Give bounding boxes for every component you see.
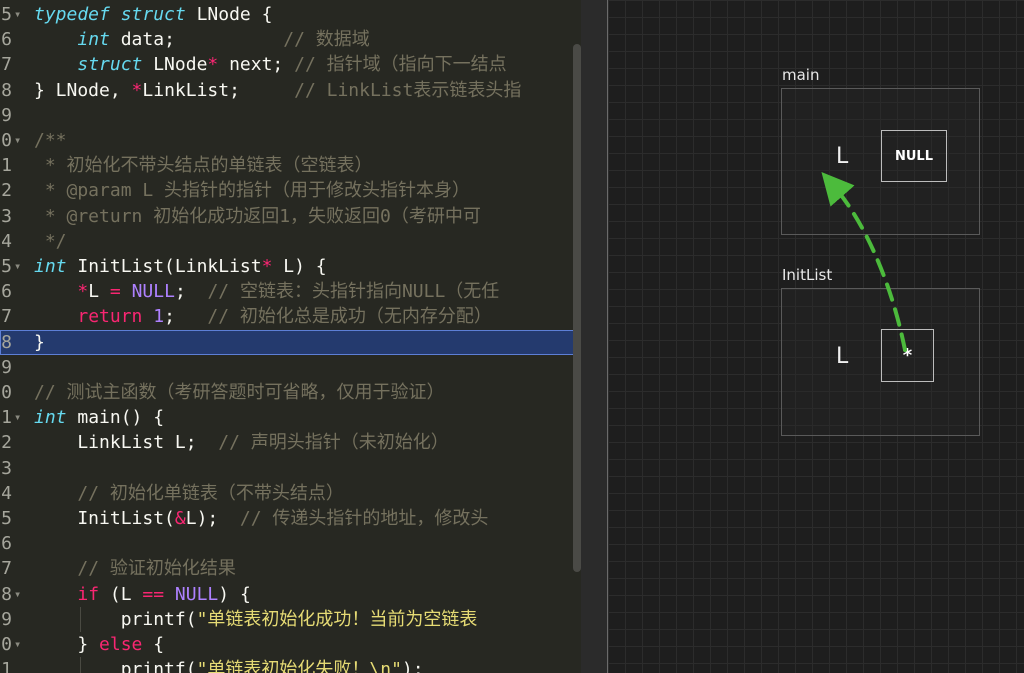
editor-scrollbar[interactable]	[573, 44, 581, 572]
code-line[interactable]: 6 int data; // 数据域	[0, 27, 574, 52]
code-line[interactable]: 8 } LNode, *LinkList; // LinkList表示链表头指	[0, 78, 574, 103]
line-number: 7	[1, 306, 12, 328]
code-line[interactable]: 1 printf("单链表初始化失败！\n");	[0, 657, 574, 673]
code-line[interactable]: 9	[0, 103, 574, 128]
code-text: printf("单链表初始化失败！\n");	[34, 659, 424, 673]
code-text: if (L == NULL) {	[77, 583, 251, 605]
code-line[interactable]: 3 * @return 初始化成功返回1，失败返回0（考研中可	[0, 204, 574, 229]
code-text: LinkList L; // 声明头指针（未初始化）	[34, 432, 449, 454]
code-line[interactable]: 5 InitList(&L); // 传递头指针的地址，修改头	[0, 506, 574, 531]
frame-label-initlist: InitList	[782, 266, 833, 284]
code-text: typedef struct LNode {	[34, 4, 273, 25]
line-number: 9	[1, 608, 12, 630]
line-number: 3	[1, 205, 12, 227]
fold-toggle-icon[interactable]: ▾	[14, 128, 21, 153]
indent-guide	[80, 606, 81, 632]
code-line[interactable]: 8 ▾ if (L == NULL) {	[0, 582, 574, 607]
line-number: 0	[1, 130, 12, 151]
code-text: int data; // 数据域	[77, 29, 370, 51]
code-line[interactable]: 0 ▾ } else {	[0, 632, 574, 657]
variable-name-L: L	[836, 144, 849, 169]
code-text: * @return 初始化成功返回1，失败返回0（考研中可	[34, 205, 481, 227]
code-line[interactable]: 1 ▾ int main() {	[0, 405, 574, 430]
line-number: 8	[1, 79, 12, 101]
line-number: 0	[1, 382, 12, 403]
line-number: 2	[1, 432, 12, 454]
code-text: *L = NULL; // 空链表：头指针指向NULL（无任	[77, 281, 500, 303]
line-number: 4	[1, 230, 12, 252]
indent-guide	[80, 657, 81, 673]
fold-toggle-icon[interactable]: ▾	[14, 254, 21, 279]
line-number: 7	[1, 54, 12, 76]
code-line[interactable]: 2 * @param L 头指针的指针（用于修改头指针本身）	[0, 178, 574, 203]
code-line[interactable]: 6	[0, 531, 574, 556]
line-number: 7	[1, 558, 12, 580]
line-number: 6	[1, 29, 12, 51]
code-line[interactable]: 9	[0, 355, 574, 380]
code-line[interactable]: 8}	[0, 329, 574, 355]
code-line[interactable]: 7 return 1; // 初始化总是成功（无内存分配）	[0, 304, 574, 329]
code-line[interactable]: 4 // 初始化单链表（不带头结点）	[0, 481, 574, 506]
line-number: 3	[1, 457, 12, 479]
line-number: 6	[1, 281, 12, 303]
line-number: 1	[1, 407, 12, 429]
line-number: 5	[1, 256, 12, 277]
pointer-cell-null: NULL	[881, 130, 947, 182]
code-line[interactable]: 6 *L = NULL; // 空链表：头指针指向NULL（无任	[0, 279, 574, 304]
code-line[interactable]: 0 // 测试主函数（考研答题时可省略，仅用于验证）	[0, 380, 574, 405]
code-text: InitList(&L); // 传递头指针的地址，修改头	[34, 508, 489, 529]
line-number: 5	[1, 4, 12, 25]
app-window: 5 ▾ typedef struct LNode {6 int data; // 数…	[0, 0, 1024, 673]
code-line[interactable]: 2 LinkList L; // 声明头指针（未初始化）	[0, 430, 574, 455]
code-line[interactable]: 3	[0, 456, 574, 481]
code-text: struct LNode* next; // 指针域（指向下一结点	[77, 54, 507, 76]
code-line[interactable]: 9 printf("单链表初始化成功！当前为空链表	[0, 606, 574, 632]
fold-toggle-icon[interactable]: ▾	[14, 2, 21, 27]
code-line[interactable]: 7 // 验证初始化结果	[0, 556, 574, 581]
line-number: 8	[1, 583, 12, 605]
line-number: 9	[1, 356, 12, 378]
code-text: printf("单链表初始化成功！当前为空链表	[34, 608, 478, 630]
code-text: }	[34, 331, 45, 353]
code-text: /**	[34, 130, 67, 151]
line-number: 6	[1, 533, 12, 555]
code-text: } LNode, *LinkList; // LinkList表示链表头指	[34, 79, 522, 101]
code-line[interactable]: 7 struct LNode* next; // 指针域（指向下一结点	[0, 52, 574, 77]
stack-frame-main: L NULL	[781, 88, 980, 235]
code-line[interactable]: 5 ▾ int InitList(LinkList* L) {	[0, 254, 574, 279]
code-text: // 验证初始化结果	[77, 558, 236, 580]
code-text: int InitList(LinkList* L) {	[34, 256, 327, 277]
line-number: 9	[1, 104, 12, 126]
frame-label-main: main	[782, 66, 820, 84]
pane-divider[interactable]	[581, 0, 608, 673]
code-text: */	[34, 230, 67, 252]
fold-toggle-icon[interactable]: ▾	[14, 632, 21, 657]
variable-name-L: L	[836, 344, 849, 369]
line-number: 8	[1, 331, 12, 353]
stack-frame-initlist: L *	[781, 288, 980, 436]
line-number: 1	[1, 155, 12, 177]
line-number: 1	[1, 659, 12, 673]
fold-toggle-icon[interactable]: ▾	[14, 582, 21, 607]
code-line[interactable]: 4 */	[0, 229, 574, 254]
code-text: * 初始化不带头结点的单链表（空链表）	[34, 155, 373, 177]
fold-toggle-icon[interactable]: ▾	[14, 405, 21, 430]
code-text: // 初始化单链表（不带头结点）	[77, 482, 344, 504]
code-line[interactable]: 0 ▾ /**	[0, 128, 574, 153]
code-text: * @param L 头指针的指针（用于修改头指针本身）	[34, 180, 471, 202]
line-number: 5	[1, 508, 12, 529]
code-text: } else {	[34, 634, 165, 655]
code-line[interactable]: 1 * 初始化不带头结点的单链表（空链表）	[0, 153, 574, 178]
code-text: int main() {	[34, 407, 165, 429]
code-text: return 1; // 初始化总是成功（无内存分配）	[77, 306, 492, 328]
code-editor[interactable]: 5 ▾ typedef struct LNode {6 int data; // 数…	[0, 0, 581, 673]
line-number: 4	[1, 482, 12, 504]
line-number: 2	[1, 180, 12, 202]
code-text: // 测试主函数（考研答题时可省略，仅用于验证）	[34, 382, 445, 403]
code-line[interactable]: 5 ▾ typedef struct LNode {	[0, 2, 574, 27]
pointer-cell-star: *	[881, 329, 934, 382]
memory-visualizer: main L NULL InitList L *	[608, 0, 1024, 673]
line-number: 0	[1, 634, 12, 655]
